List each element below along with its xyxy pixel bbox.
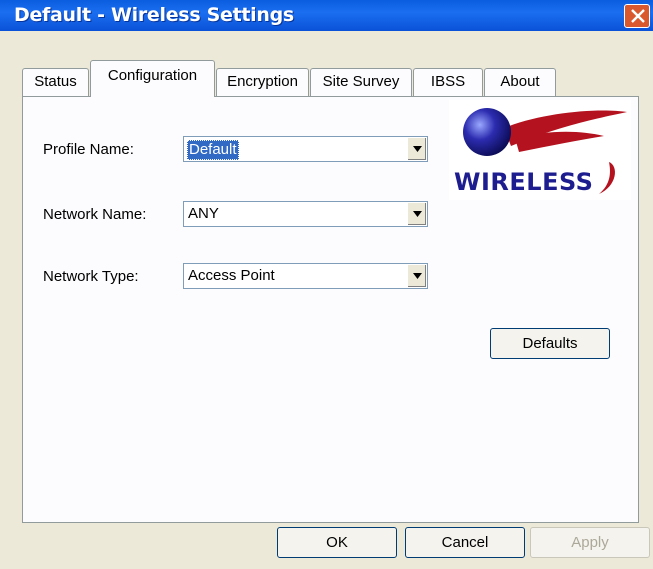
network-name-select[interactable]: ANY bbox=[183, 201, 428, 227]
tab-strip: Status Configuration Encryption Site Sur… bbox=[22, 60, 642, 100]
network-type-dropdown-button[interactable] bbox=[407, 265, 426, 287]
network-name-label: Network Name: bbox=[43, 206, 147, 223]
tab-about[interactable]: About bbox=[484, 68, 556, 96]
wireless-logo: WIRELESS bbox=[449, 100, 631, 200]
cancel-button[interactable]: Cancel bbox=[405, 527, 525, 558]
ok-button[interactable]: OK bbox=[277, 527, 397, 558]
close-icon bbox=[631, 9, 645, 23]
profile-name-select[interactable]: Default bbox=[183, 136, 428, 162]
close-button[interactable] bbox=[624, 4, 650, 28]
apply-button[interactable]: Apply bbox=[530, 527, 650, 558]
network-name-value: ANY bbox=[188, 205, 219, 222]
network-type-value: Access Point bbox=[188, 267, 275, 284]
tab-encryption[interactable]: Encryption bbox=[216, 68, 309, 96]
tab-status[interactable]: Status bbox=[22, 68, 89, 96]
profile-name-dropdown-button[interactable] bbox=[407, 138, 426, 160]
network-type-select[interactable]: Access Point bbox=[183, 263, 428, 289]
chevron-down-icon bbox=[413, 211, 422, 217]
tab-site-survey[interactable]: Site Survey bbox=[310, 68, 412, 96]
chevron-down-icon bbox=[413, 273, 422, 279]
tab-ibss[interactable]: IBSS bbox=[413, 68, 483, 96]
window-title: Default - Wireless Settings bbox=[14, 4, 294, 26]
logo-text: WIRELESS bbox=[454, 168, 593, 196]
profile-name-value: Default bbox=[187, 140, 239, 160]
chevron-down-icon bbox=[413, 146, 422, 152]
defaults-button[interactable]: Defaults bbox=[490, 328, 610, 359]
network-type-label: Network Type: bbox=[43, 268, 139, 285]
title-bar[interactable]: Default - Wireless Settings bbox=[0, 0, 653, 31]
profile-name-label: Profile Name: bbox=[43, 141, 134, 158]
network-name-dropdown-button[interactable] bbox=[407, 203, 426, 225]
tab-configuration[interactable]: Configuration bbox=[90, 60, 215, 97]
